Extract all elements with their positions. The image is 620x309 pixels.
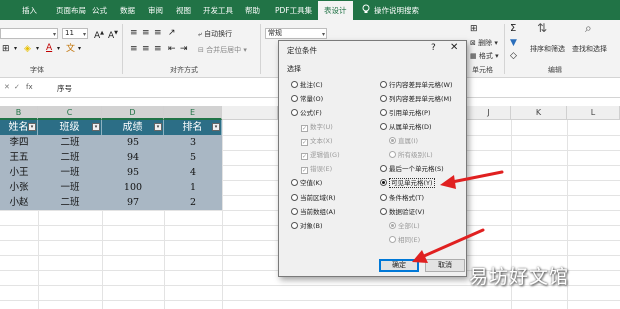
excel-window: 插入 页面布局 公式 数据 审阅 视图 开发工具 帮助 PDF工具集 表设计 操… bbox=[0, 0, 620, 309]
arrow-to-ok-button bbox=[412, 228, 485, 263]
arrow-to-visible-cells bbox=[440, 170, 504, 189]
watermark-text: 易坊好文馆 bbox=[469, 266, 570, 288]
